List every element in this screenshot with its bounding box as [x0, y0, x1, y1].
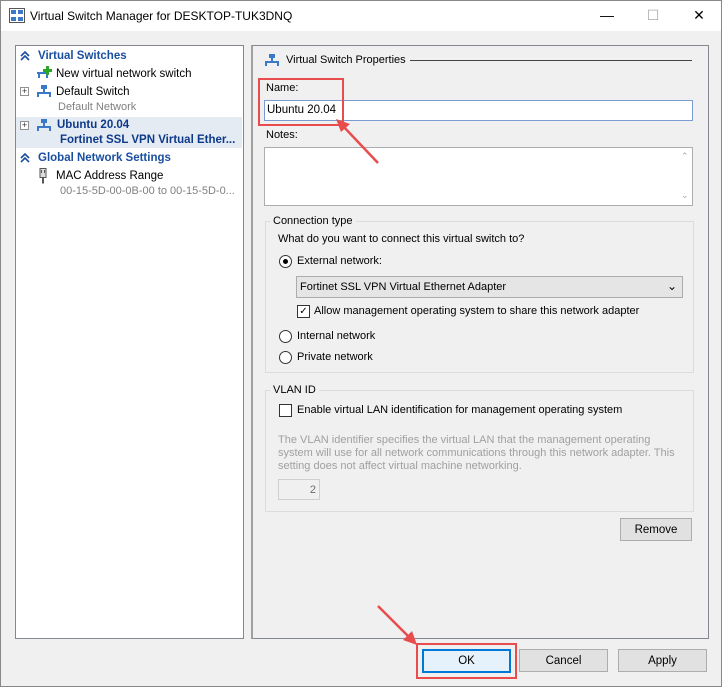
allow-management-label: Allow management operating system to sha…	[314, 305, 640, 317]
minimize-button[interactable]: —	[584, 0, 630, 30]
allow-management-checkbox[interactable]: ✓	[297, 305, 310, 318]
notes-scrollbar[interactable]: ⌃ ⌄	[678, 148, 692, 205]
chevron-down-icon: ⌄	[666, 279, 677, 293]
switch-icon	[264, 53, 280, 70]
switch-icon	[36, 118, 52, 135]
enable-vlan-checkbox[interactable]	[279, 404, 292, 417]
notes-label: Notes:	[266, 129, 298, 141]
adapter-select[interactable]: Fortinet SSL VPN Virtual Ethernet Adapte…	[296, 276, 683, 298]
mac-address-icon	[38, 168, 48, 187]
sidebar-item-mac-address-range[interactable]: MAC Address Range	[56, 170, 163, 182]
switch-icon	[36, 84, 52, 101]
vlan-title: VLAN ID	[270, 384, 319, 396]
private-network-radio[interactable]	[279, 351, 292, 364]
cancel-button[interactable]: Cancel	[519, 649, 608, 672]
private-network-label: Private network	[297, 351, 373, 363]
vlan-id-field[interactable]: 2	[278, 479, 320, 500]
internal-network-radio[interactable]	[279, 330, 292, 343]
vlan-description: The VLAN identifier specifies the virtua…	[278, 434, 675, 472]
global-network-settings-header[interactable]: Global Network Settings	[38, 152, 171, 164]
annotation-arrow-name	[336, 119, 379, 164]
apply-button[interactable]: Apply	[618, 649, 707, 672]
window-title: Virtual Switch Manager for DESKTOP-TUK3D…	[30, 9, 293, 23]
adapter-select-value: Fortinet SSL VPN Virtual Ethernet Adapte…	[300, 281, 507, 293]
enable-vlan-label: Enable virtual LAN identification for ma…	[297, 404, 623, 416]
internal-network-label: Internal network	[297, 330, 376, 342]
connection-question: What do you want to connect this virtual…	[278, 233, 525, 245]
expand-ubuntu-switch[interactable]: +	[20, 121, 29, 130]
expand-default-switch[interactable]: +	[20, 87, 29, 96]
virtual-switch-properties-header: Virtual Switch Properties	[286, 54, 406, 66]
vlan-id-value: 2	[309, 484, 316, 496]
external-network-radio[interactable]	[279, 255, 292, 268]
new-switch-icon	[36, 66, 52, 83]
default-switch-subtitle: Default Network	[58, 101, 137, 113]
notes-field[interactable]: ⌃ ⌄	[264, 147, 693, 206]
header-divider	[410, 60, 692, 61]
collapse-global-settings-icon[interactable]	[20, 152, 30, 166]
scroll-down-icon[interactable]: ⌄	[681, 190, 689, 201]
new-virtual-network-switch[interactable]: New virtual network switch	[56, 68, 191, 80]
app-icon	[9, 8, 25, 23]
close-button[interactable]: ✕	[676, 0, 722, 30]
sidebar-item-default-switch[interactable]: Default Switch	[56, 86, 130, 98]
maximize-button[interactable]: ☐	[630, 0, 676, 30]
sidebar-item-ubuntu-label: Ubuntu 20.04	[57, 119, 130, 131]
mac-address-subtitle: 00-15-5D-00-0B-00 to 00-15-5D-0...	[60, 185, 235, 197]
annotation-arrow-ok	[377, 605, 417, 645]
external-network-label: External network:	[297, 255, 382, 267]
connection-type-title: Connection type	[270, 215, 356, 227]
virtual-switches-header[interactable]: Virtual Switches	[38, 50, 127, 62]
collapse-virtual-switches-icon[interactable]	[20, 50, 30, 64]
remove-button[interactable]: Remove	[620, 518, 692, 541]
ubuntu-switch-subtitle: Fortinet SSL VPN Virtual Ether...	[60, 134, 236, 146]
ok-button[interactable]: OK	[422, 649, 511, 673]
scroll-up-icon[interactable]: ⌃	[681, 151, 689, 162]
